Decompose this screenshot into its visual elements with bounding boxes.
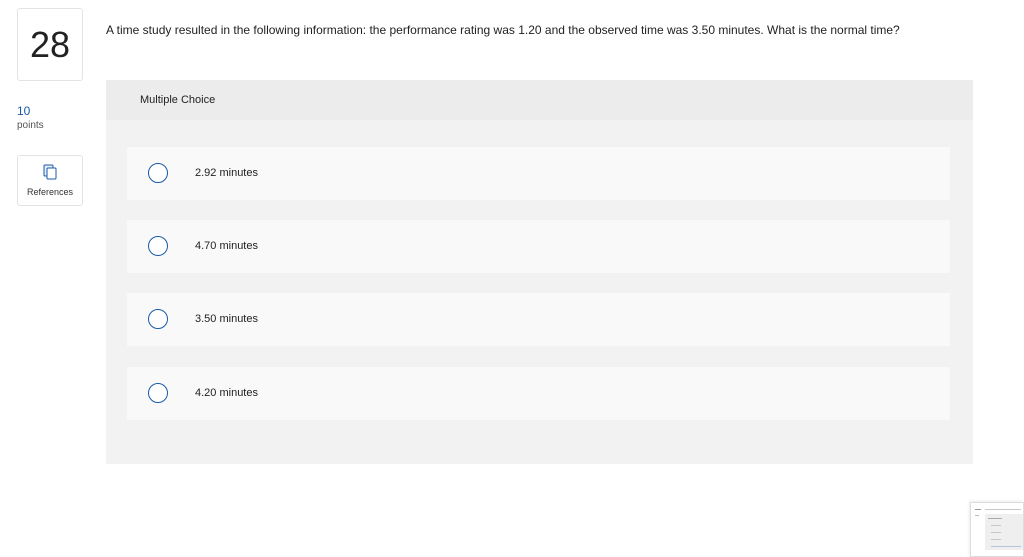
question-number-box: 28: [17, 8, 83, 81]
multiple-choice-title: Multiple Choice: [140, 94, 216, 106]
radio-button[interactable]: [148, 236, 168, 256]
answer-option[interactable]: 4.20 minutes: [127, 367, 950, 420]
points-value: 10: [17, 104, 31, 118]
points-label: points: [17, 120, 44, 131]
radio-button[interactable]: [148, 163, 168, 183]
answer-option[interactable]: 4.70 minutes: [127, 220, 950, 273]
thumbnail-line: [985, 509, 1021, 510]
answer-option-label: 4.70 minutes: [195, 240, 258, 252]
answer-option[interactable]: 2.92 minutes: [127, 147, 950, 200]
references-button[interactable]: References: [17, 155, 83, 206]
thumbnail-line: [991, 532, 1001, 533]
answer-option[interactable]: 3.50 minutes: [127, 293, 950, 346]
thumbnail-line: [975, 515, 979, 516]
page-thumbnail[interactable]: [970, 502, 1024, 557]
answer-option-label: 2.92 minutes: [195, 167, 258, 179]
references-label: References: [26, 187, 74, 197]
question-text: A time study resulted in the following i…: [106, 23, 900, 37]
copy-icon: [43, 164, 57, 180]
answer-option-label: 4.20 minutes: [195, 387, 258, 399]
radio-button[interactable]: [148, 383, 168, 403]
question-page: 28 10 points References A time study res…: [0, 0, 1024, 557]
multiple-choice-panel: Multiple Choice 2.92 minutes 4.70 minute…: [106, 80, 973, 464]
thumbnail-line: [988, 518, 1002, 519]
thumbnail-line: [991, 539, 1001, 540]
answer-option-label: 3.50 minutes: [195, 313, 258, 325]
thumbnail-line: [991, 525, 1001, 526]
question-number: 28: [29, 23, 71, 65]
thumbnail-line: [975, 509, 981, 510]
thumbnail-line: [991, 546, 1021, 547]
multiple-choice-header: Multiple Choice: [106, 80, 973, 120]
radio-button[interactable]: [148, 309, 168, 329]
